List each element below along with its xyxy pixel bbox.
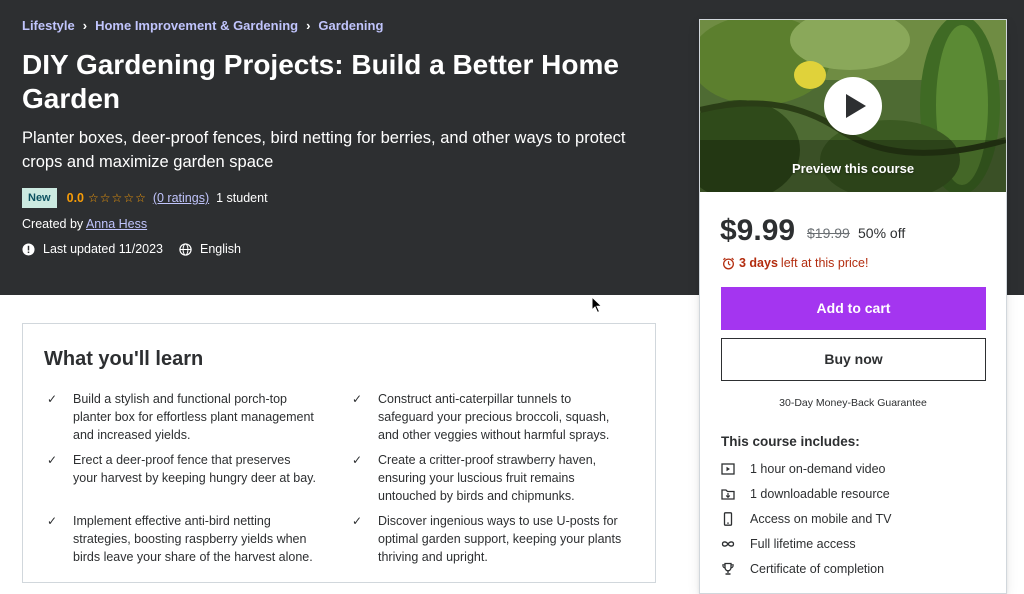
learn-item-text: Create a critter-proof strawberry haven,…: [378, 453, 597, 503]
learn-item: ✓ Build a stylish and functional porch-t…: [47, 390, 317, 444]
alarm-clock-icon: [722, 257, 735, 269]
learn-item: ✓ Erect a deer-proof fence that preserve…: [47, 451, 317, 487]
learn-item: ✓ Discover ingenious ways to use U-posts…: [352, 512, 622, 566]
breadcrumb-home-improvement[interactable]: Home Improvement & Gardening: [95, 18, 298, 33]
breadcrumb-gardening[interactable]: Gardening: [318, 18, 383, 33]
play-button[interactable]: [824, 77, 882, 135]
play-icon: [846, 94, 866, 118]
check-icon: ✓: [352, 392, 363, 406]
money-back-guarantee: 30-Day Money-Back Guarantee: [779, 397, 927, 409]
instructor-link[interactable]: Anna Hess: [86, 217, 147, 231]
include-item: Certificate of completion: [721, 562, 884, 576]
chevron-right-icon: ›: [306, 18, 311, 33]
learn-item: ✓ Construct anti-caterpillar tunnels to …: [352, 390, 622, 444]
created-by: Created by Anna Hess: [22, 217, 147, 231]
check-icon: ✓: [47, 514, 58, 528]
learn-item: ✓ Implement effective anti-bird netting …: [47, 512, 317, 566]
breadcrumb-lifestyle[interactable]: Lifestyle: [22, 18, 75, 33]
mobile-icon: [723, 512, 733, 526]
learn-item: ✓ Create a critter-proof strawberry have…: [352, 451, 622, 505]
student-count: 1 student: [216, 191, 268, 205]
buy-now-button[interactable]: Buy now: [721, 338, 986, 381]
learn-item-text: Discover ingenious ways to use U-posts f…: [378, 514, 622, 564]
preview-label: Preview this course: [791, 161, 915, 176]
last-updated: Last updated 11/2023: [22, 242, 163, 256]
include-text: Access on mobile and TV: [750, 512, 892, 526]
timer-days: 3 days: [739, 256, 778, 270]
current-price: $9.99: [720, 214, 796, 247]
globe-icon: [179, 242, 192, 256]
breadcrumb: Lifestyle › Home Improvement & Gardening…: [22, 18, 383, 33]
language-text: English: [200, 242, 242, 256]
course-title: DIY Gardening Projects: Build a Better H…: [22, 49, 619, 114]
learn-item-text: Erect a deer-proof fence that preserves …: [73, 453, 316, 485]
price-timer: 3 days left at this price!: [722, 256, 868, 270]
learn-item-text: Construct anti-caterpillar tunnels to sa…: [378, 392, 610, 442]
alert-icon: [22, 242, 35, 256]
star-rating: ☆☆☆☆☆: [88, 191, 147, 205]
discount-percent: 50% off: [858, 225, 906, 241]
include-text: Certificate of completion: [750, 562, 885, 576]
star-empty-icon: ☆: [135, 191, 147, 205]
check-icon: ✓: [47, 392, 58, 406]
video-icon: [721, 463, 735, 475]
course-preview[interactable]: Preview this course: [700, 20, 1006, 192]
timer-text: left at this price!: [780, 256, 869, 270]
chevron-right-icon: ›: [82, 18, 88, 33]
star-empty-icon: ☆: [123, 191, 136, 205]
last-updated-text: Last updated 11/2023: [43, 242, 164, 256]
rating-row: New 0.0 ☆☆☆☆☆ (0 ratings) 1 student: [22, 188, 268, 208]
learn-item-text: Build a stylish and functional porch-top…: [73, 392, 314, 442]
check-icon: ✓: [352, 453, 363, 467]
course-meta: Last updated 11/2023 English: [22, 242, 257, 256]
include-item: Access on mobile and TV: [721, 512, 892, 526]
download-icon: [721, 489, 735, 500]
ratings-link[interactable]: (0 ratings): [153, 191, 209, 205]
course-subtitle: Planter boxes, deer-proof fences, bird n…: [22, 129, 626, 171]
check-icon: ✓: [352, 514, 363, 528]
include-text: Full lifetime access: [750, 537, 856, 551]
learn-item-text: Implement effective anti-bird netting st…: [73, 514, 313, 564]
star-empty-icon: ☆: [99, 191, 112, 205]
purchase-sidebar: Preview this course $9.99 $19.99 50% off…: [699, 19, 1007, 594]
include-item: 1 hour on-demand video: [721, 462, 886, 476]
star-empty-icon: ☆: [111, 191, 124, 205]
includes-heading: This course includes:: [721, 434, 860, 449]
what-you-learn-section: What you'll learn ✓ Build a stylish and …: [22, 323, 656, 583]
infinity-icon: [721, 541, 735, 547]
language: English: [179, 242, 241, 256]
include-item: Full lifetime access: [721, 537, 856, 551]
include-item: 1 downloadable resource: [721, 487, 890, 501]
rating-value: 0.0: [66, 191, 85, 205]
star-empty-icon: ☆: [88, 191, 100, 205]
trophy-icon: [722, 562, 734, 575]
created-by-label: Created by: [22, 217, 84, 231]
include-text: 1 downloadable resource: [750, 487, 890, 501]
check-icon: ✓: [47, 453, 58, 467]
original-price: $19.99: [807, 225, 850, 241]
include-text: 1 hour on-demand video: [750, 462, 886, 476]
mouse-cursor-icon: [591, 296, 603, 314]
add-to-cart-button[interactable]: Add to cart: [721, 287, 986, 330]
learn-heading: What you'll learn: [44, 348, 204, 370]
new-badge: New: [22, 188, 57, 208]
